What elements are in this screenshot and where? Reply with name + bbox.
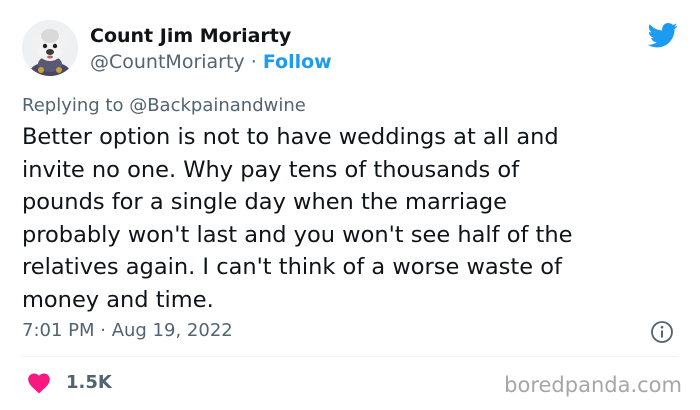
- reply-context: Replying to @Backpainandwine: [22, 95, 306, 117]
- tweet-text: Better option is not to have weddings at…: [22, 121, 682, 317]
- tweet-text-line: money and time.: [22, 286, 214, 313]
- author-name[interactable]: Count Jim Moriarty: [90, 24, 291, 48]
- tweet-text-line: probably won't last and you won't see ha…: [22, 221, 573, 248]
- avatar-image: [22, 20, 78, 76]
- follow-button[interactable]: Follow: [263, 51, 332, 73]
- timestamp-link[interactable]: 7:01 PM · Aug 19, 2022: [22, 320, 233, 342]
- tweet-text-line: Better option is not to have weddings at…: [22, 124, 559, 150]
- divider: [22, 356, 678, 357]
- like-count: 1.5K: [66, 372, 112, 393]
- tweet-text-line: relatives again. I can't think of a wors…: [22, 254, 562, 281]
- heart-icon: [28, 373, 50, 394]
- separator: ·: [244, 51, 263, 73]
- twitter-bird-icon[interactable]: [648, 20, 678, 50]
- author-handle[interactable]: @CountMoriarty: [90, 51, 245, 73]
- watermark: boredpanda.com: [504, 373, 682, 397]
- handle-row: @CountMoriarty · Follow: [90, 50, 332, 74]
- reply-handle-link[interactable]: @Backpainandwine: [129, 95, 306, 116]
- reply-prefix: Replying to: [22, 95, 130, 116]
- avatar[interactable]: [22, 20, 78, 76]
- tweet-text-line: invite no one. Why pay tens of thousands…: [22, 156, 520, 183]
- like-button[interactable]: 1.5K: [26, 370, 112, 396]
- tweet-text-line: pounds for a single day when the marriag…: [22, 189, 508, 216]
- tweet-card: Count Jim Moriarty @CountMoriarty · Foll…: [0, 0, 700, 410]
- info-circle-icon[interactable]: [650, 320, 674, 344]
